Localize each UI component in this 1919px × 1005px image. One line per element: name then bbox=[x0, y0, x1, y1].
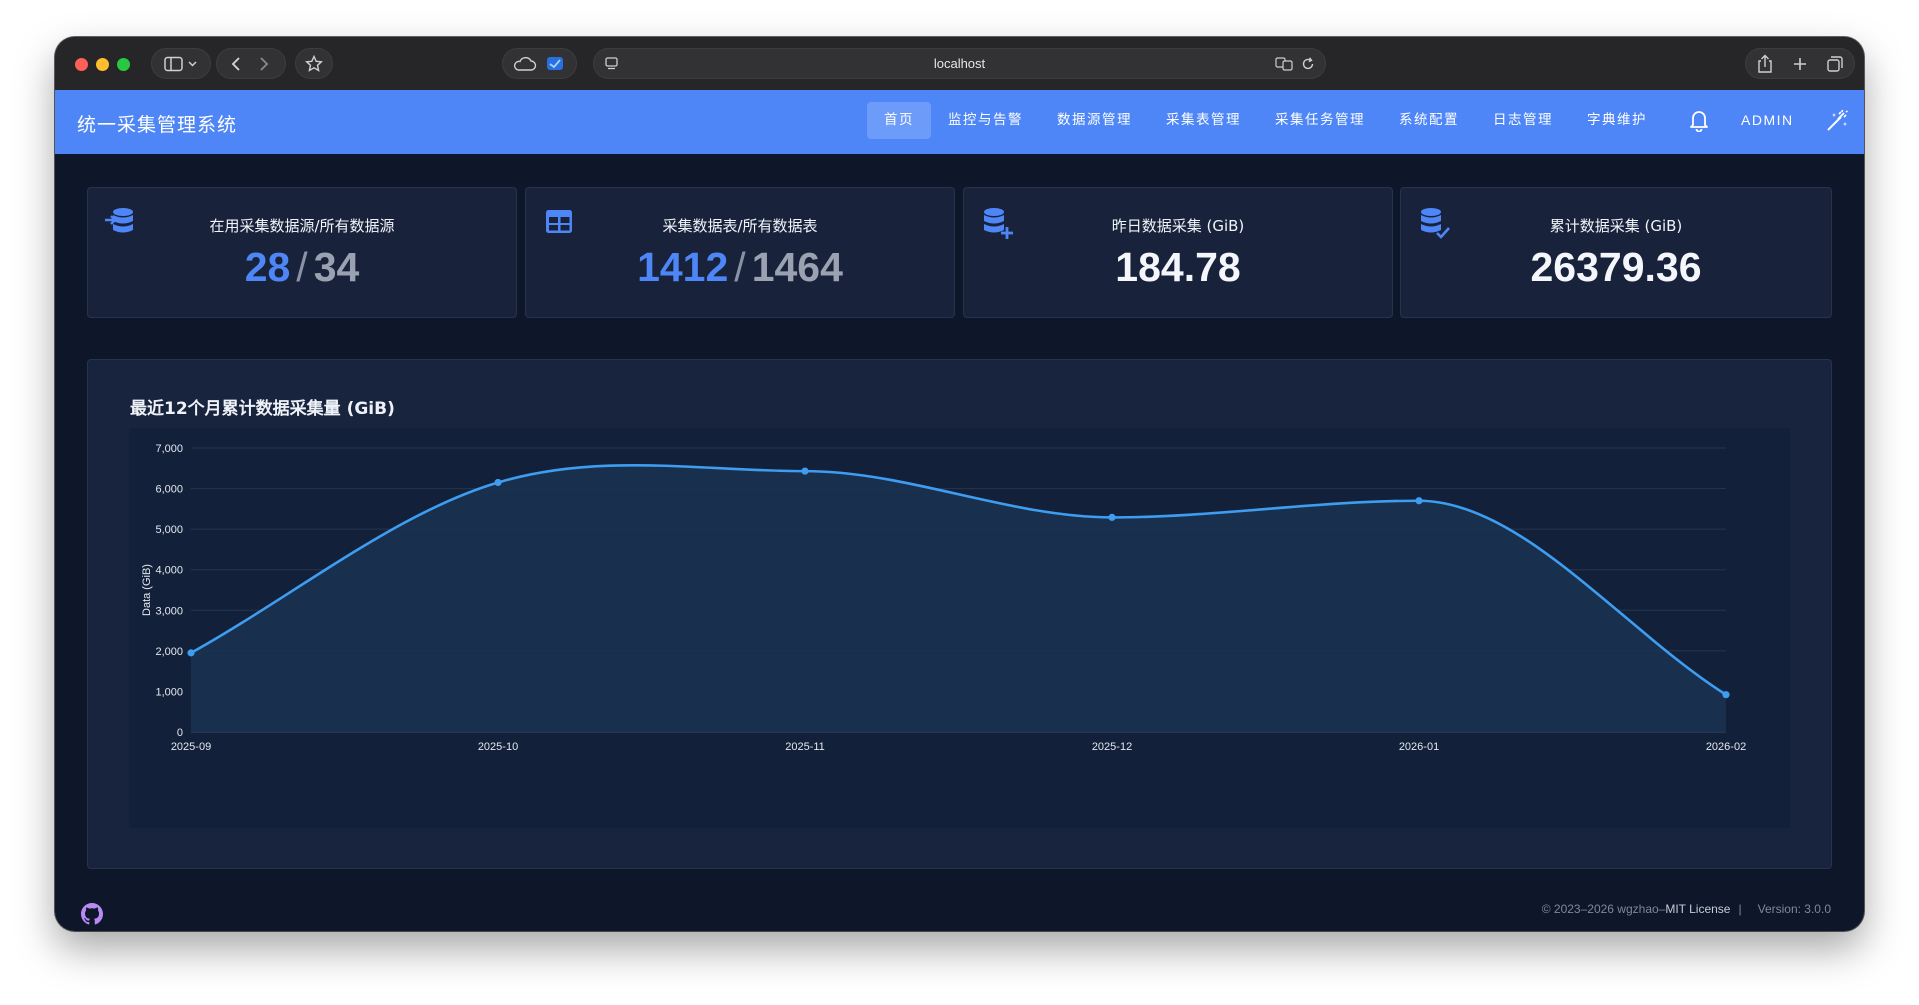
nav-logs[interactable]: 日志管理 bbox=[1476, 102, 1570, 139]
active-datasources-count: 28 bbox=[244, 244, 291, 290]
app-title: 统一采集管理系统 bbox=[77, 114, 238, 136]
github-icon[interactable] bbox=[81, 903, 103, 925]
history-nav bbox=[216, 48, 286, 79]
nav-settings[interactable]: 系统配置 bbox=[1382, 102, 1476, 139]
sidebar-toggle-button[interactable] bbox=[151, 48, 211, 79]
data-point bbox=[187, 649, 195, 657]
total-datasources-count: 34 bbox=[313, 244, 360, 290]
stat-card-yesterday: 昨日数据采集 (GiB) 184.78 bbox=[963, 187, 1393, 318]
copyright-text: © 2023–2026 wgzhao– bbox=[1541, 902, 1666, 916]
close-window-button[interactable] bbox=[75, 58, 88, 71]
tab-overview-icon[interactable] bbox=[1817, 54, 1851, 74]
nav-datasources[interactable]: 数据源管理 bbox=[1040, 102, 1149, 139]
x-tick-label: 2025-09 bbox=[171, 741, 211, 753]
collected-tables-count: 1412 bbox=[637, 244, 729, 290]
total-tables-count: 1464 bbox=[751, 244, 843, 290]
footer-info: © 2023–2026 wgzhao–MIT License | Version: … bbox=[1542, 902, 1831, 916]
user-menu[interactable]: ADMIN bbox=[1741, 112, 1794, 128]
x-tick-label: 2025-10 bbox=[478, 741, 518, 753]
line-chart: 0 1,000 2,000 3,000 4,000 5,000 6,000 7,000 2025… bbox=[129, 428, 1790, 828]
extensions-group bbox=[502, 48, 577, 79]
data-point bbox=[1722, 691, 1730, 699]
star-icon bbox=[305, 54, 323, 72]
y-tick-label: 3,000 bbox=[155, 605, 183, 617]
stat-title: 累计数据采集 (GiB) bbox=[1549, 217, 1683, 235]
translate-icon[interactable] bbox=[1275, 57, 1293, 71]
main-nav: 首页 监控与告警 数据源管理 采集表管理 采集任务管理 系统配置 日志管理 字典… bbox=[867, 102, 1664, 139]
stat-title: 采集数据表/所有数据表 bbox=[662, 217, 818, 235]
y-tick-label: 4,000 bbox=[155, 565, 183, 577]
x-tick-label: 2026-02 bbox=[1706, 741, 1746, 753]
stat-value: 1412/1464 bbox=[526, 244, 954, 291]
data-point bbox=[1108, 513, 1116, 521]
forward-chevron-icon[interactable] bbox=[247, 56, 275, 72]
footer-separator: | bbox=[1738, 902, 1742, 916]
stat-card-tables: 采集数据表/所有数据表 1412/1464 bbox=[525, 187, 955, 318]
extension-icon[interactable] bbox=[539, 55, 569, 73]
url-text: localhost bbox=[933, 56, 986, 71]
chart-panel: 最近12个月累计数据采集量 (GiB) 0 1,000 2,000 3,000 4,00… bbox=[87, 359, 1832, 869]
minimize-window-button[interactable] bbox=[96, 58, 109, 71]
ratio-separator: / bbox=[734, 244, 746, 290]
browser-toolbar: localhost bbox=[55, 37, 1864, 91]
theme-toggle-icon[interactable] bbox=[1825, 109, 1849, 133]
nav-monitoring[interactable]: 监控与告警 bbox=[931, 102, 1040, 139]
x-tick-label: 2025-12 bbox=[1092, 741, 1132, 753]
new-tab-icon[interactable] bbox=[1783, 54, 1817, 74]
zoom-window-button[interactable] bbox=[117, 58, 130, 71]
browser-window: localhost 统一采集管理系统 首页 监控与告警 数据源管理 采集表管理 … bbox=[55, 37, 1864, 931]
cumulative-volume-value: 26379.36 bbox=[1530, 244, 1702, 290]
y-tick-label: 2,000 bbox=[155, 646, 183, 658]
bell-icon[interactable] bbox=[1688, 108, 1710, 132]
y-tick-label: 5,000 bbox=[155, 524, 183, 536]
chart-title: 最近12个月累计数据采集量 (GiB) bbox=[130, 399, 395, 419]
address-bar[interactable]: localhost bbox=[593, 48, 1326, 79]
y-tick-label: 6,000 bbox=[155, 484, 183, 496]
nav-home[interactable]: 首页 bbox=[867, 102, 931, 139]
reload-icon[interactable] bbox=[1300, 56, 1316, 72]
icloud-icon[interactable] bbox=[511, 56, 539, 72]
stat-card-cumulative: 累计数据采集 (GiB) 26379.36 bbox=[1400, 187, 1832, 318]
ratio-separator: / bbox=[296, 244, 308, 290]
area-fill bbox=[191, 465, 1726, 732]
share-icon[interactable] bbox=[1749, 54, 1783, 74]
license-link[interactable]: MIT License bbox=[1665, 902, 1730, 916]
stat-value: 28/34 bbox=[88, 244, 516, 291]
sidebar-icon bbox=[164, 56, 197, 71]
y-tick-label: 1,000 bbox=[155, 686, 183, 698]
y-tick-label: 7,000 bbox=[155, 443, 183, 455]
data-point bbox=[494, 478, 502, 487]
chart-svg: 0 1,000 2,000 3,000 4,000 5,000 6,000 7,000 2025… bbox=[141, 443, 1746, 753]
bookmark-button[interactable] bbox=[295, 48, 333, 79]
app-header: 统一采集管理系统 首页 监控与告警 数据源管理 采集表管理 采集任务管理 系统配… bbox=[55, 90, 1864, 154]
data-point bbox=[801, 467, 809, 475]
stat-title: 昨日数据采集 (GiB) bbox=[1111, 217, 1245, 235]
x-tick-label: 2025-11 bbox=[785, 741, 825, 753]
data-point bbox=[1415, 497, 1423, 505]
nav-tasks[interactable]: 采集任务管理 bbox=[1258, 102, 1382, 139]
y-tick-label: 0 bbox=[177, 727, 183, 739]
nav-tables[interactable]: 采集表管理 bbox=[1149, 102, 1258, 139]
stat-card-datasources: 在用采集数据源/所有数据源 28/34 bbox=[87, 187, 517, 318]
yesterday-volume-value: 184.78 bbox=[1115, 244, 1241, 290]
x-tick-label: 2026-01 bbox=[1399, 741, 1439, 753]
y-axis-label: Data (GiB) bbox=[141, 564, 153, 616]
window-actions bbox=[1745, 48, 1855, 79]
back-chevron-icon[interactable] bbox=[227, 56, 247, 72]
version-text: Version: 3.0.0 bbox=[1757, 902, 1831, 916]
nav-dictionary[interactable]: 字典维护 bbox=[1570, 102, 1664, 139]
stat-title: 在用采集数据源/所有数据源 bbox=[209, 217, 395, 235]
